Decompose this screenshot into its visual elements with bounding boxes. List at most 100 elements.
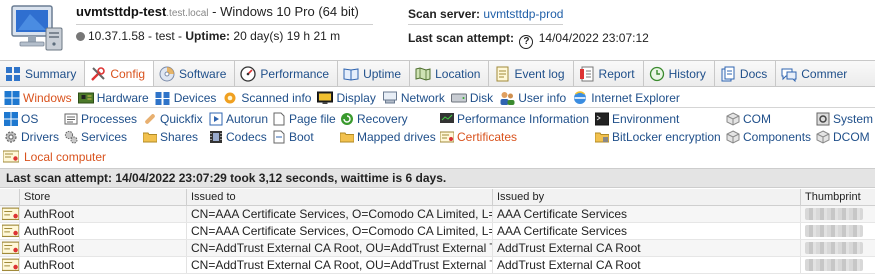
item-recovery[interactable]: Recovery xyxy=(340,110,408,127)
computer-icon xyxy=(11,5,63,51)
subtab-scanned-info-label: Scanned info xyxy=(241,90,312,105)
last-scan-line: Last scan attempt: ? 14/04/2022 23:07:12 xyxy=(408,30,728,49)
item-page-file[interactable]: Page file xyxy=(272,110,336,127)
table-row[interactable]: AuthRoot CN=AddTrust External CA Root, O… xyxy=(0,240,875,257)
table-header: Store Issued to Issued by Thumbprint xyxy=(0,189,875,206)
tab-history[interactable]: History xyxy=(644,61,715,86)
item-com[interactable]: COM xyxy=(726,110,771,127)
subtab-disk[interactable]: Disk xyxy=(450,90,494,105)
tab-comments[interactable]: Commer xyxy=(776,61,855,86)
redacted-thumbprint xyxy=(805,242,863,254)
subtab-network[interactable]: Network xyxy=(382,91,445,105)
tab-software[interactable]: Software xyxy=(154,61,236,86)
tab-event-log-label: Event log xyxy=(514,66,565,81)
redacted-thumbprint xyxy=(805,208,863,220)
subtab-internet-explorer[interactable]: Internet Explorer xyxy=(572,91,680,105)
boot-icon xyxy=(273,130,285,143)
row-icon-cell xyxy=(0,223,20,239)
book-icon xyxy=(343,67,359,81)
subtab-hardware[interactable]: Hardware xyxy=(77,90,149,105)
system-icon xyxy=(816,112,830,125)
tab-config[interactable]: Config xyxy=(85,61,155,86)
tab-performance[interactable]: Performance xyxy=(235,61,339,86)
subtab-disk-label: Disk xyxy=(469,90,494,105)
subtab-devices[interactable]: Devices xyxy=(155,90,217,105)
item-mapped-drives-label: Mapped drives xyxy=(357,129,436,144)
scan-status-bar: Last scan attempt: 14/04/2022 23:07:29 t… xyxy=(0,168,875,188)
tab-config-label: Config xyxy=(110,66,146,81)
local-computer[interactable]: Local computer xyxy=(3,148,106,165)
certificate-icon xyxy=(2,258,19,271)
subtab-display[interactable]: Display xyxy=(317,91,376,105)
help-icon[interactable]: ? xyxy=(519,35,534,49)
item-recovery-label: Recovery xyxy=(357,111,408,126)
item-bitlocker[interactable]: BitLocker encryption xyxy=(595,128,721,145)
tab-uptime[interactable]: Uptime xyxy=(338,61,411,86)
table-row[interactable]: AuthRoot CN=AAA Certificate Services, O=… xyxy=(0,223,875,240)
item-os[interactable]: OS xyxy=(4,110,38,127)
tab-summary-label: Summary xyxy=(25,66,77,81)
subtab-hardware-label: Hardware xyxy=(96,90,149,105)
table-row[interactable]: AuthRoot CN=AAA Certificate Services, O=… xyxy=(0,206,875,223)
item-codecs[interactable]: Codecs xyxy=(209,128,267,145)
item-boot[interactable]: Boot xyxy=(272,128,314,145)
item-components[interactable]: Components xyxy=(726,128,811,145)
item-services[interactable]: Services xyxy=(64,128,127,145)
history-icon xyxy=(649,66,664,81)
cell-issued-to: CN=AddTrust External CA Root, OU=AddTrus… xyxy=(187,257,493,273)
table-row[interactable]: AuthRoot CN=AddTrust External CA Root, O… xyxy=(0,257,875,274)
item-processes-label: Processes xyxy=(81,111,138,126)
item-drivers[interactable]: Drivers xyxy=(4,128,59,145)
ip-status: 10.37.1.58 - test - xyxy=(88,29,186,43)
item-dcom[interactable]: DCOM xyxy=(816,128,870,145)
cell-thumbprint xyxy=(801,223,875,239)
item-certificates-label: Certificates xyxy=(457,129,518,144)
item-mapped-drives[interactable]: Mapped drives xyxy=(340,128,436,145)
devices-icon xyxy=(155,91,170,105)
item-page-file-label: Page file xyxy=(289,111,336,126)
main-tabs: Summary Config Software Performance Upti… xyxy=(0,60,875,87)
item-system[interactable]: System xyxy=(816,110,873,127)
cell-issued-by: AAA Certificate Services xyxy=(493,223,801,239)
item-com-label: COM xyxy=(743,111,771,126)
tab-report[interactable]: Report xyxy=(574,61,644,86)
item-services-label: Services xyxy=(81,129,128,144)
item-components-label: Components xyxy=(743,129,812,144)
tab-summary[interactable]: Summary xyxy=(0,61,86,86)
header-issued-to[interactable]: Issued to xyxy=(187,189,493,205)
last-scan-value: 14/04/2022 23:07:12 xyxy=(538,31,649,45)
cube-icon xyxy=(726,111,740,126)
cell-issued-by: AAA Certificate Services xyxy=(493,206,801,222)
item-autorun-label: Autorun xyxy=(226,111,269,126)
tab-docs[interactable]: Docs xyxy=(715,61,777,86)
uptime-value: 20 day(s) 19 h 21 m xyxy=(230,29,341,43)
display-icon xyxy=(317,91,334,104)
item-os-label: OS xyxy=(21,111,39,126)
subtab-windows-label: Windows xyxy=(23,90,72,105)
item-quickfix[interactable]: Quickfix xyxy=(143,110,203,127)
item-certificates[interactable]: Certificates xyxy=(440,128,517,145)
cell-store: AuthRoot xyxy=(20,240,187,256)
recovery-icon xyxy=(341,112,353,125)
item-environment-label: Environment xyxy=(612,111,680,126)
scan-server-link[interactable]: uvmtsttdp-prod xyxy=(483,7,563,21)
item-environment[interactable]: Environment xyxy=(595,110,679,127)
subtab-network-label: Network xyxy=(400,90,445,105)
item-processes[interactable]: Processes xyxy=(64,110,137,127)
tab-location[interactable]: Location xyxy=(410,61,490,86)
map-icon xyxy=(415,66,431,81)
header-store[interactable]: Store xyxy=(20,189,187,205)
header-thumbprint[interactable]: Thumbprint xyxy=(801,189,875,205)
gear-icon xyxy=(5,130,17,143)
tab-comments-label: Commer xyxy=(801,66,848,81)
header-issued-by[interactable]: Issued by xyxy=(493,189,801,205)
item-performance-information[interactable]: Performance Information xyxy=(440,110,589,127)
item-autorun[interactable]: Autorun xyxy=(209,110,268,127)
subtab-user-info[interactable]: User info xyxy=(499,91,566,105)
subtab-scanned-info[interactable]: Scanned info xyxy=(222,91,311,105)
tab-event-log[interactable]: Event log xyxy=(489,61,574,86)
subtab-windows[interactable]: Windows xyxy=(4,90,72,105)
item-shares[interactable]: Shares xyxy=(143,128,198,145)
lock-folder-icon xyxy=(595,132,609,142)
subtab-devices-label: Devices xyxy=(173,90,217,105)
